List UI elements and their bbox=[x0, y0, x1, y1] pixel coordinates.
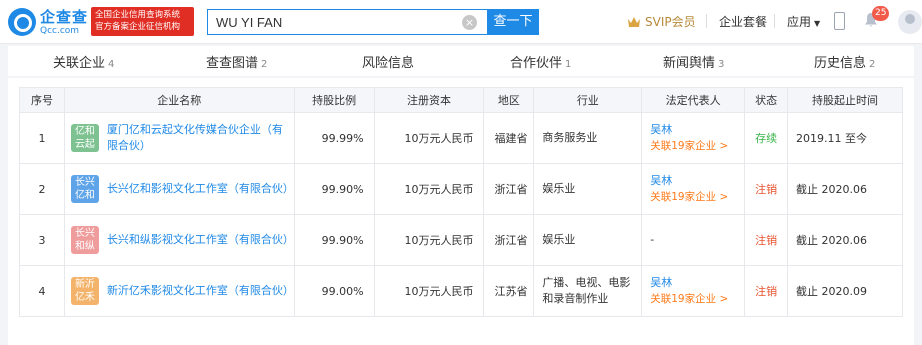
notification-count-badge: 25 bbox=[872, 6, 890, 21]
qcc-logo-icon bbox=[8, 8, 36, 36]
credit-system-badge: 全国企业信用查询系统 官方备案企业征信机构 bbox=[91, 7, 194, 36]
company-logo[interactable]: 亿和 云起 bbox=[70, 124, 99, 152]
status-badge: 注销 bbox=[744, 265, 789, 317]
search-box: × bbox=[207, 9, 487, 35]
clear-icon[interactable]: × bbox=[462, 14, 477, 30]
table-row: 2 长兴 亿和 长兴亿和影视文化工作室（有限合伙） 99.90% 10万元人民币 … bbox=[19, 163, 903, 215]
company-name-link[interactable]: 长兴和纵影视文化工作室（有限合伙） bbox=[107, 232, 294, 248]
tab-related-companies[interactable]: 关联企业 4 bbox=[53, 52, 114, 71]
package-link[interactable]: 企业套餐 bbox=[719, 13, 767, 30]
col-header-capital: 注册资本 bbox=[373, 87, 485, 113]
logo-chinese: 企查查 bbox=[40, 7, 89, 26]
tab-bar: 关联企业 4 查查图谱 2 风险信息 合作伙伴 1 新闻舆情 3 历史信息 2 bbox=[8, 46, 914, 76]
svip-link[interactable]: SVIP会员 bbox=[627, 13, 696, 30]
company-name-link[interactable]: 厦门亿和云起文化传媒合伙企业（有限合伙） bbox=[107, 122, 294, 154]
related-companies-table: 序号 企业名称 持股比例 注册资本 地区 行业 法定代表人 状态 持股起止时间 … bbox=[19, 87, 903, 317]
related-companies-link[interactable]: 关联19家企业 > bbox=[650, 138, 744, 154]
table-row: 3 长兴 和纵 长兴和纵影视文化工作室（有限合伙） 99.90% 10万元人民币 … bbox=[19, 214, 903, 266]
qcc-logo[interactable]: 企查查 Qcc.com bbox=[8, 6, 88, 38]
col-header-share: 持股比例 bbox=[293, 87, 375, 113]
legal-rep-link[interactable]: 吴林 bbox=[650, 275, 744, 291]
tab-risk-info[interactable]: 风险信息 bbox=[362, 52, 414, 71]
company-logo[interactable]: 新沂 亿禾 bbox=[70, 277, 99, 305]
col-header-period: 持股起止时间 bbox=[787, 87, 903, 113]
divider bbox=[774, 14, 775, 28]
related-companies-card: 序号 企业名称 持股比例 注册资本 地区 行业 法定代表人 状态 持股起止时间 … bbox=[8, 78, 914, 345]
legal-rep-link[interactable]: 吴林 bbox=[650, 122, 744, 138]
search-button[interactable]: 查一下 bbox=[487, 9, 539, 35]
tab-history[interactable]: 历史信息 2 bbox=[814, 52, 875, 71]
avatar[interactable] bbox=[898, 10, 922, 34]
top-bar: 企查查 Qcc.com 全国企业信用查询系统 官方备案企业征信机构 × 查一下 … bbox=[0, 0, 922, 44]
tab-partners[interactable]: 合作伙伴 1 bbox=[510, 52, 571, 71]
divider bbox=[706, 14, 707, 28]
status-badge: 注销 bbox=[744, 163, 789, 215]
col-header-region: 地区 bbox=[483, 87, 535, 113]
related-companies-link[interactable]: 关联19家企业 > bbox=[650, 291, 744, 307]
col-header-company: 企业名称 bbox=[63, 87, 295, 113]
search-input[interactable] bbox=[208, 14, 458, 30]
mobile-icon[interactable] bbox=[834, 12, 845, 30]
col-header-legal-rep: 法定代表人 bbox=[641, 87, 746, 113]
legal-rep-text: - bbox=[650, 233, 655, 246]
company-logo[interactable]: 长兴 和纵 bbox=[70, 226, 99, 254]
table-row: 4 新沂 亿禾 新沂亿禾影视文化工作室（有限合伙） 99.00% 10万元人民币 … bbox=[19, 265, 903, 317]
company-logo[interactable]: 长兴 亿和 bbox=[70, 175, 99, 203]
caret-down-icon: ▼ bbox=[814, 19, 821, 28]
table-row: 1 亿和 云起 厦门亿和云起文化传媒合伙企业（有限合伙） 99.99% 10万元人… bbox=[19, 112, 903, 164]
logo-english: Qcc.com bbox=[40, 25, 80, 36]
apps-menu[interactable]: 应用 ▼ bbox=[787, 13, 820, 30]
legal-rep-link[interactable]: 吴林 bbox=[650, 173, 744, 189]
crown-icon bbox=[628, 16, 640, 27]
status-badge: 注销 bbox=[744, 214, 789, 266]
status-badge: 存续 bbox=[744, 112, 789, 164]
table-header-row: 序号 企业名称 持股比例 注册资本 地区 行业 法定代表人 状态 持股起止时间 bbox=[19, 87, 903, 113]
tab-news[interactable]: 新闻舆情 3 bbox=[663, 52, 724, 71]
col-header-industry: 行业 bbox=[533, 87, 643, 113]
col-header-index: 序号 bbox=[19, 87, 65, 113]
company-name-link[interactable]: 长兴亿和影视文化工作室（有限合伙） bbox=[107, 181, 294, 197]
related-companies-link[interactable]: 关联19家企业 > bbox=[650, 189, 744, 205]
tab-graph[interactable]: 查查图谱 2 bbox=[206, 52, 267, 71]
col-header-status: 状态 bbox=[744, 87, 789, 113]
company-name-link[interactable]: 新沂亿禾影视文化工作室（有限合伙） bbox=[107, 283, 294, 299]
